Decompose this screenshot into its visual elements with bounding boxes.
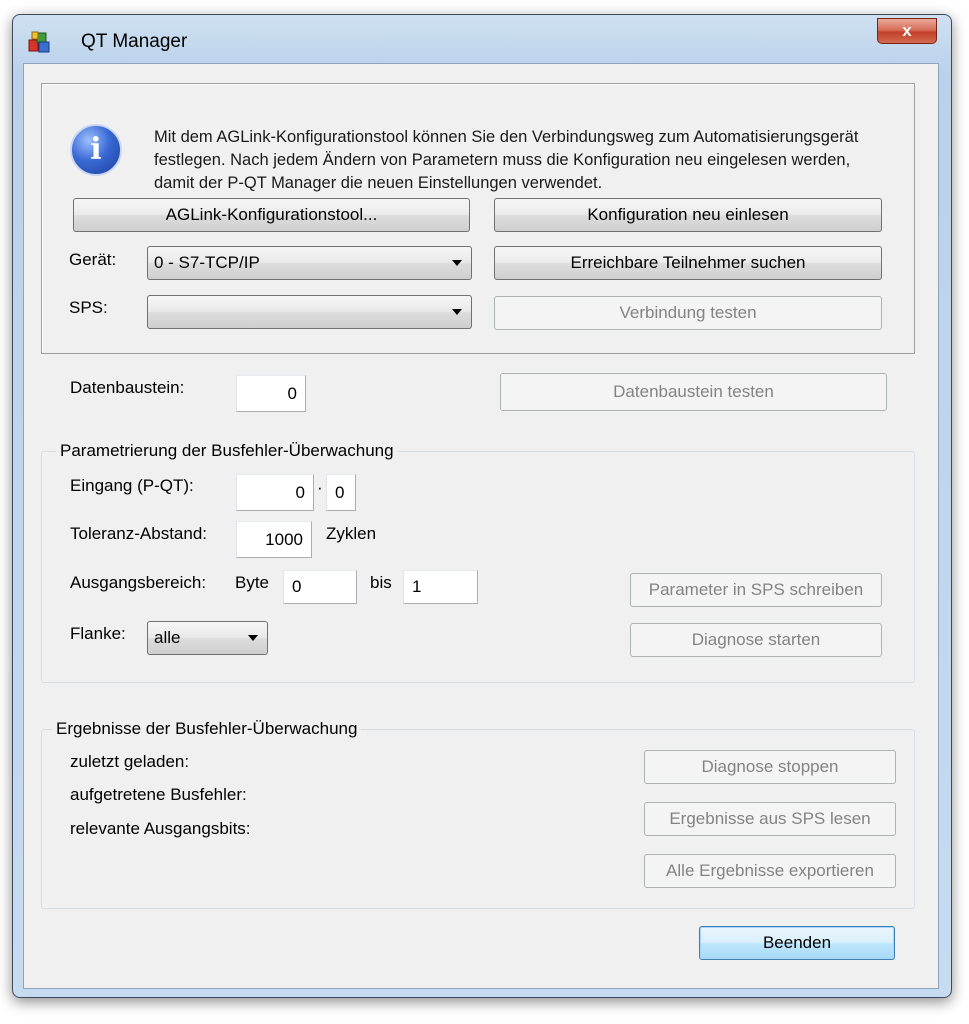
close-icon: x [902, 21, 912, 40]
output-to-input[interactable]: 1 [403, 570, 478, 604]
edge-label: Flanke: [70, 624, 126, 643]
search-participants-button[interactable]: Erreichbare Teilnehmer suchen [494, 246, 882, 280]
edge-select-value: alle [154, 628, 181, 647]
info-line-1: Mit dem AGLink-Konfigurationstool können… [154, 128, 859, 146]
info-icon: i [70, 124, 122, 176]
tolerance-input[interactable]: 1000 [236, 521, 312, 558]
tolerance-unit: Zyklen [326, 524, 377, 543]
chevron-down-icon [452, 260, 462, 266]
close-button[interactable]: x [877, 18, 937, 44]
start-diagnosis-label: Diagnose starten [691, 630, 821, 649]
stop-diagnosis-button[interactable]: Diagnose stoppen [644, 750, 896, 784]
write-params-label: Parameter in SPS schreiben [648, 580, 864, 599]
monitoring-group-title: Parametrierung der Busfehler-Überwachung [56, 441, 398, 461]
test-datablock-button[interactable]: Datenbaustein testen [500, 373, 887, 411]
quit-button[interactable]: Beenden [699, 926, 895, 960]
quit-label: Beenden [762, 933, 832, 952]
dialog-client-area: i Mit dem AGLink-Konfigurationstool könn… [23, 63, 939, 989]
read-results-label: Ergebnisse aus SPS lesen [669, 809, 871, 828]
chevron-down-icon [248, 635, 258, 641]
export-results-label: Alle Ergebnisse exportieren [666, 861, 874, 880]
stop-diagnosis-label: Diagnose stoppen [701, 757, 839, 776]
tolerance-value: 1000 [265, 529, 303, 549]
device-select-value: 0 - S7-TCP/IP [154, 253, 260, 272]
output-from-input[interactable]: 0 [283, 570, 357, 604]
bus-errors-label: aufgetretene Busfehler: [70, 785, 247, 804]
output-range-label: Ausgangsbereich: [70, 573, 207, 592]
reload-config-label: Konfiguration neu einlesen [587, 205, 789, 224]
input-bit-field[interactable]: 0 [326, 474, 356, 511]
chevron-down-icon [452, 309, 462, 315]
info-text: Mit dem AGLink-Konfigurationstool können… [154, 126, 934, 195]
plc-select[interactable] [147, 295, 472, 329]
relevant-bits-label: relevante Ausgangsbits: [70, 819, 251, 838]
test-connection-label: Verbindung testen [619, 303, 757, 322]
aglink-tool-label: AGLink-Konfigurationstool... [165, 205, 378, 224]
connection-panel: i Mit dem AGLink-Konfigurationstool könn… [41, 83, 915, 354]
last-loaded-label: zuletzt geladen: [70, 752, 190, 771]
aglink-tool-button[interactable]: AGLink-Konfigurationstool... [73, 198, 470, 232]
input-byte-value: 0 [295, 482, 305, 502]
info-icon-glyph: i [90, 132, 102, 167]
info-line-2: festlegen. Nach jedem Ändern von Paramet… [154, 151, 851, 169]
input-bit-value: 0 [335, 482, 345, 502]
device-select[interactable]: 0 - S7-TCP/IP [147, 246, 472, 280]
input-separator: · [317, 478, 323, 497]
read-results-button[interactable]: Ergebnisse aus SPS lesen [644, 802, 896, 836]
output-from-value: 0 [292, 577, 302, 596]
datablock-value: 0 [287, 383, 297, 403]
edge-select[interactable]: alle [147, 621, 268, 655]
search-participants-label: Erreichbare Teilnehmer suchen [570, 253, 806, 272]
start-diagnosis-button[interactable]: Diagnose starten [630, 623, 882, 657]
app-icon [28, 31, 50, 53]
output-to-value: 1 [412, 577, 422, 596]
title-bar[interactable]: QT Manager x [13, 15, 951, 67]
test-connection-button[interactable]: Verbindung testen [494, 296, 882, 330]
export-results-button[interactable]: Alle Ergebnisse exportieren [644, 854, 896, 888]
byte-label: Byte [235, 573, 270, 592]
plc-label: SPS: [69, 298, 108, 317]
window-title: QT Manager [81, 31, 188, 52]
to-label: bis [370, 573, 392, 592]
input-byte-field[interactable]: 0 [236, 474, 314, 511]
write-params-button[interactable]: Parameter in SPS schreiben [630, 573, 882, 607]
input-label: Eingang (P-QT): [70, 476, 194, 495]
datablock-input[interactable]: 0 [236, 375, 306, 412]
device-label: Gerät: [69, 250, 117, 269]
tolerance-label: Toleranz-Abstand: [70, 524, 208, 543]
info-line-3: damit der P-QT Manager die neuen Einstel… [154, 174, 603, 192]
reload-config-button[interactable]: Konfiguration neu einlesen [494, 198, 882, 232]
results-group-title: Ergebnisse der Busfehler-Überwachung [52, 719, 362, 739]
test-datablock-label: Datenbaustein testen [613, 382, 774, 401]
datablock-label: Datenbaustein: [70, 378, 185, 397]
qt-manager-window: QT Manager x i Mit dem AGLink-Konfigurat… [12, 14, 952, 998]
